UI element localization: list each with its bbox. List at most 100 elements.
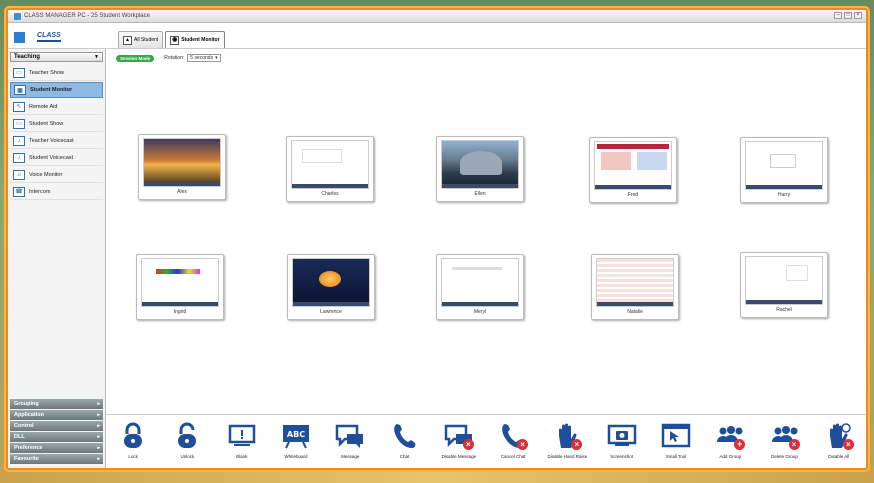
category-dll[interactable]: DLL ▸ <box>10 432 103 442</box>
app-icon <box>14 12 21 20</box>
sidebar-item-voice-monitor[interactable]: ♫ Voice Monitor <box>10 167 103 183</box>
disable-hand-raise-icon: × <box>552 421 583 451</box>
screenshot-icon <box>607 421 637 451</box>
student-screen <box>596 258 674 307</box>
delete-group-icon: × <box>770 421 800 451</box>
chevron-icon: ▸ <box>97 445 100 451</box>
minimize-button[interactable]: – <box>834 12 842 19</box>
student-thumbnail-lawrence[interactable]: Lawrence <box>287 254 375 320</box>
blank-button[interactable]: Blank <box>219 421 265 459</box>
add-group-icon: + <box>715 421 746 451</box>
tab-bar: ▴ All Student ◉ Student Monitor <box>118 31 225 48</box>
student-thumbnail-fred[interactable]: Fred <box>589 137 677 203</box>
chevron-icon: ▸ <box>97 456 100 462</box>
sidebar-item-student-voicecast[interactable]: ♪ Student Voicecast <box>10 150 103 166</box>
header: CLASS ▴ All Student ◉ Student Monitor <box>8 23 866 49</box>
add-group-button[interactable]: + Add Group <box>707 421 753 459</box>
student-thumbnail-harry[interactable]: Harry <box>740 137 828 203</box>
brand-logo <box>14 31 27 43</box>
tab-all-student[interactable]: ▴ All Student <box>118 31 164 48</box>
teacher-show-icon: ▭ <box>13 67 25 78</box>
whiteboard-button[interactable]: ABC Whiteboard <box>273 421 319 459</box>
svg-text:ABC: ABC <box>287 430 305 439</box>
chevron-down-icon: ▼ <box>94 54 99 60</box>
message-button[interactable]: Message <box>327 421 373 459</box>
sidebar-item-teacher-voicecast[interactable]: ♪ Teacher Voicecast <box>10 133 103 149</box>
sidebar-section-teaching[interactable]: Teaching ▼ <box>10 52 103 62</box>
small-tool-icon <box>661 421 691 451</box>
student-thumbnail-rachel[interactable]: Rachel <box>740 252 828 318</box>
monitor-area: Session Mode Rotation: 5 seconds ▾ Alex <box>106 49 866 468</box>
students-icon: ▴ <box>123 35 132 45</box>
student-thumbnail-ellen[interactable]: Ellen <box>436 136 524 202</box>
disable-all-icon: × <box>824 421 854 451</box>
close-badge-icon: × <box>517 439 529 450</box>
student-thumbnail-charles[interactable]: Charles <box>286 136 374 202</box>
student-screen <box>594 141 672 190</box>
student-thumbnail-meryl[interactable]: Meryl <box>436 254 524 320</box>
sidebar-item-student-monitor[interactable]: ▣ Student Monitor <box>10 82 103 98</box>
chat-icon <box>390 421 420 451</box>
student-grid: Alex Charles Ellen Fred Harry Ingrid Law… <box>106 49 866 468</box>
bottom-toolbar: Lock Unlock Blank ABC Whiteboard Message… <box>106 414 866 468</box>
category-preference[interactable]: Preference ▸ <box>10 443 103 453</box>
lock-button[interactable]: Lock <box>110 421 156 459</box>
disable-all-button[interactable]: × Disable All <box>816 421 862 459</box>
sidebar-item-remote-aid[interactable]: ↖ Remote Aid <box>10 99 103 115</box>
message-icon <box>335 421 365 451</box>
close-button[interactable]: × <box>854 12 862 19</box>
chevron-icon: ▸ <box>97 401 100 407</box>
class-logo: CLASS <box>37 32 61 42</box>
monitor-icon: ◉ <box>170 35 180 45</box>
disable-message-button[interactable]: × Disable Message <box>436 421 482 459</box>
student-screen <box>141 258 219 307</box>
sidebar-item-student-show[interactable]: ▭ Student Show <box>10 116 103 132</box>
student-screen <box>745 256 823 305</box>
monitor-icon: ▣ <box>14 85 26 95</box>
category-application[interactable]: Application ▸ <box>10 410 103 420</box>
cancel-chat-button[interactable]: × Cancel Chat <box>490 421 536 459</box>
close-badge-icon: × <box>788 439 800 450</box>
student-thumbnail-ingrid[interactable]: Ingrid <box>136 254 224 320</box>
student-thumbnail-natalie[interactable]: Natalie <box>591 254 679 320</box>
disable-message-icon: × <box>444 421 474 451</box>
student-screen <box>143 138 221 187</box>
student-show-icon: ▭ <box>13 118 25 129</box>
close-badge-icon: × <box>462 439 474 450</box>
intercom-icon: ☎ <box>13 186 25 197</box>
close-badge-icon: × <box>571 439 583 450</box>
delete-group-button[interactable]: × Delete Group <box>762 421 808 459</box>
cancel-chat-icon: × <box>498 421 529 451</box>
sidebar: Teaching ▼ ▭ Teacher Show ▣ Student Moni… <box>8 49 106 468</box>
sidebar-item-teacher-show[interactable]: ▭ Teacher Show <box>10 65 103 81</box>
close-badge-icon: × <box>842 439 854 450</box>
window-title: CLASS MANAGER PC - 25 Student Workplace <box>24 13 150 19</box>
plus-badge-icon: + <box>734 439 746 450</box>
disable-hand-raise-button[interactable]: × Disable Hand Raise <box>544 421 590 459</box>
voicecast-icon: ♪ <box>13 135 25 146</box>
category-control[interactable]: Control ▸ <box>10 421 103 431</box>
student-screen <box>441 258 519 307</box>
category-grouping[interactable]: Grouping ▸ <box>10 399 103 409</box>
chevron-icon: ▸ <box>97 434 100 440</box>
student-screen <box>292 258 370 307</box>
whiteboard-icon: ABC <box>281 421 311 451</box>
lock-icon <box>118 421 148 451</box>
voice-monitor-icon: ♫ <box>13 169 25 180</box>
student-screen <box>441 140 519 189</box>
student-thumbnail-alex[interactable]: Alex <box>138 134 226 200</box>
voicecast-icon: ♪ <box>13 152 25 163</box>
small-tool-button[interactable]: Small Tool <box>653 421 699 459</box>
student-screen <box>745 141 823 190</box>
sidebar-categories: Grouping ▸ Application ▸ Control ▸ DLL ▸ Pre… <box>10 398 103 464</box>
screenshot-button[interactable]: Screenshot <box>599 421 645 459</box>
chat-button[interactable]: Chat <box>382 421 428 459</box>
remote-aid-icon: ↖ <box>13 101 25 112</box>
sidebar-item-intercom[interactable]: ☎ Intercom <box>10 184 103 200</box>
maximize-button[interactable]: □ <box>844 12 852 19</box>
unlock-button[interactable]: Unlock <box>164 421 210 459</box>
tab-student-monitor[interactable]: ◉ Student Monitor <box>165 31 225 48</box>
blank-screen-icon <box>227 421 257 451</box>
chevron-icon: ▸ <box>97 412 100 418</box>
category-favourite[interactable]: Favourite ▸ <box>10 454 103 464</box>
